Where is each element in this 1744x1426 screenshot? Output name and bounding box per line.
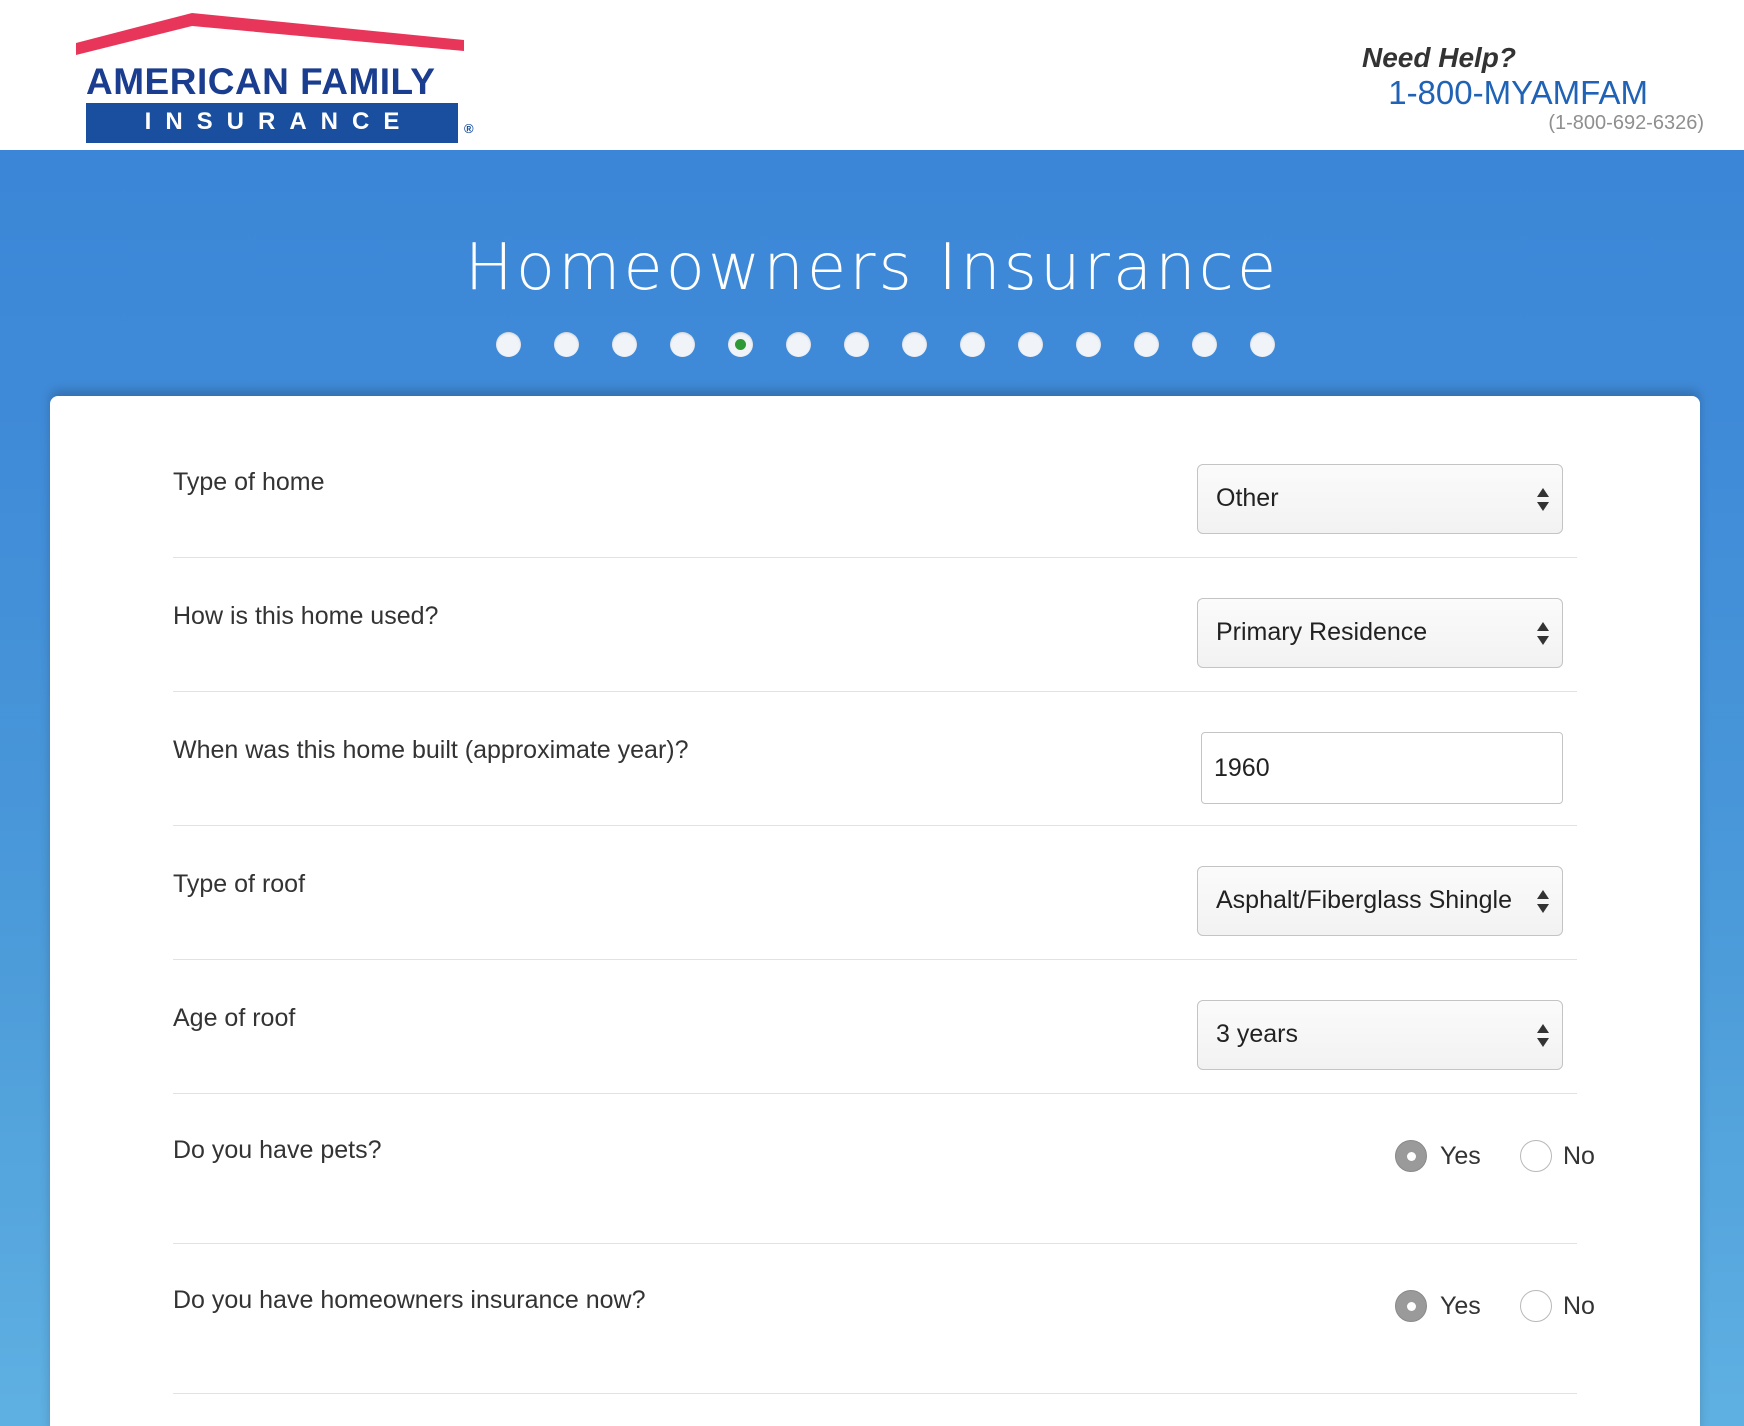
- progress-dot: [612, 332, 637, 357]
- year-built-input[interactable]: [1201, 732, 1563, 804]
- progress-dot: [670, 332, 695, 357]
- site-header: AMERICAN FAMILY INSURANCE ® Need Help? 1…: [0, 0, 1744, 150]
- progress-dot: [554, 332, 579, 357]
- select-value: Primary Residence: [1216, 618, 1428, 646]
- question-row-type-of-home: Type of home Other: [173, 396, 1577, 558]
- progress-dot-current: [728, 332, 753, 357]
- select-value: 3 years: [1216, 1020, 1298, 1048]
- help-phone-digits: (1-800-692-6326): [1548, 112, 1704, 134]
- progress-dot: [1192, 332, 1217, 357]
- question-row-roof-type: Type of roof Asphalt/Fiberglass Shingle: [173, 826, 1577, 960]
- current-insurance-radio-group: Yes No: [1395, 1290, 1605, 1330]
- help-title: Need Help?: [1361, 42, 1516, 73]
- question-label: Age of roof: [173, 1004, 296, 1032]
- logo-text-primary: AMERICAN FAMILY: [86, 61, 436, 102]
- select-arrows-icon: [1537, 890, 1549, 913]
- question-label: Type of home: [173, 468, 325, 496]
- select-value: Asphalt/Fiberglass Shingle: [1216, 886, 1512, 914]
- question-row-home-usage: How is this home used? Primary Residence: [173, 558, 1577, 692]
- progress-dot: [1076, 332, 1101, 357]
- question-row-pets: Do you have pets? Yes No: [173, 1094, 1595, 1244]
- home-usage-select[interactable]: Primary Residence: [1197, 598, 1563, 668]
- select-arrows-icon: [1537, 1024, 1549, 1047]
- progress-dot: [1134, 332, 1159, 357]
- current-insurance-no-label[interactable]: No: [1563, 1292, 1595, 1321]
- question-label: When was this home built (approximate ye…: [173, 736, 689, 764]
- progress-steps: [496, 332, 1276, 358]
- question-row-current-insurance: Do you have homeowners insurance now? Ye…: [173, 1244, 1595, 1394]
- question-row-year-built: When was this home built (approximate ye…: [173, 692, 1577, 826]
- pets-radio-group: Yes No: [1395, 1140, 1605, 1180]
- current-insurance-yes-label[interactable]: Yes: [1440, 1292, 1481, 1321]
- hero-banner: Homeowners Insurance Type of home Other …: [0, 150, 1744, 1426]
- select-arrows-icon: [1537, 488, 1549, 511]
- page-title: Homeowners Insurance: [464, 231, 1280, 305]
- pets-no-label[interactable]: No: [1563, 1142, 1595, 1171]
- progress-dot: [1250, 332, 1275, 357]
- progress-dot: [1018, 332, 1043, 357]
- question-label: Type of roof: [173, 870, 306, 898]
- pets-yes-label[interactable]: Yes: [1440, 1142, 1481, 1171]
- form-card: Type of home Other How is this home used…: [50, 396, 1700, 1426]
- progress-dot: [844, 332, 869, 357]
- question-row-roof-age: Age of roof 3 years: [173, 960, 1577, 1094]
- logo-text-secondary: INSURANCE: [144, 108, 414, 135]
- select-arrows-icon: [1537, 622, 1549, 645]
- progress-dot: [786, 332, 811, 357]
- type-of-home-select[interactable]: Other: [1197, 464, 1563, 534]
- progress-dot: [496, 332, 521, 357]
- question-label: Do you have homeowners insurance now?: [173, 1286, 646, 1314]
- american-family-logo[interactable]: AMERICAN FAMILY INSURANCE ®: [76, 13, 482, 143]
- current-insurance-yes-radio[interactable]: [1395, 1290, 1427, 1322]
- question-label: How is this home used?: [173, 602, 439, 630]
- pets-no-radio[interactable]: [1520, 1140, 1552, 1172]
- progress-dot: [902, 332, 927, 357]
- question-label: Do you have pets?: [173, 1136, 382, 1164]
- pets-yes-radio[interactable]: [1395, 1140, 1427, 1172]
- select-value: Other: [1216, 484, 1279, 512]
- progress-dot: [960, 332, 985, 357]
- help-phone-link[interactable]: 1-800-MYAMFAM: [1388, 74, 1648, 112]
- roof-type-select[interactable]: Asphalt/Fiberglass Shingle: [1197, 866, 1563, 936]
- roof-age-select[interactable]: 3 years: [1197, 1000, 1563, 1070]
- registered-mark: ®: [464, 121, 474, 136]
- current-insurance-no-radio[interactable]: [1520, 1290, 1552, 1322]
